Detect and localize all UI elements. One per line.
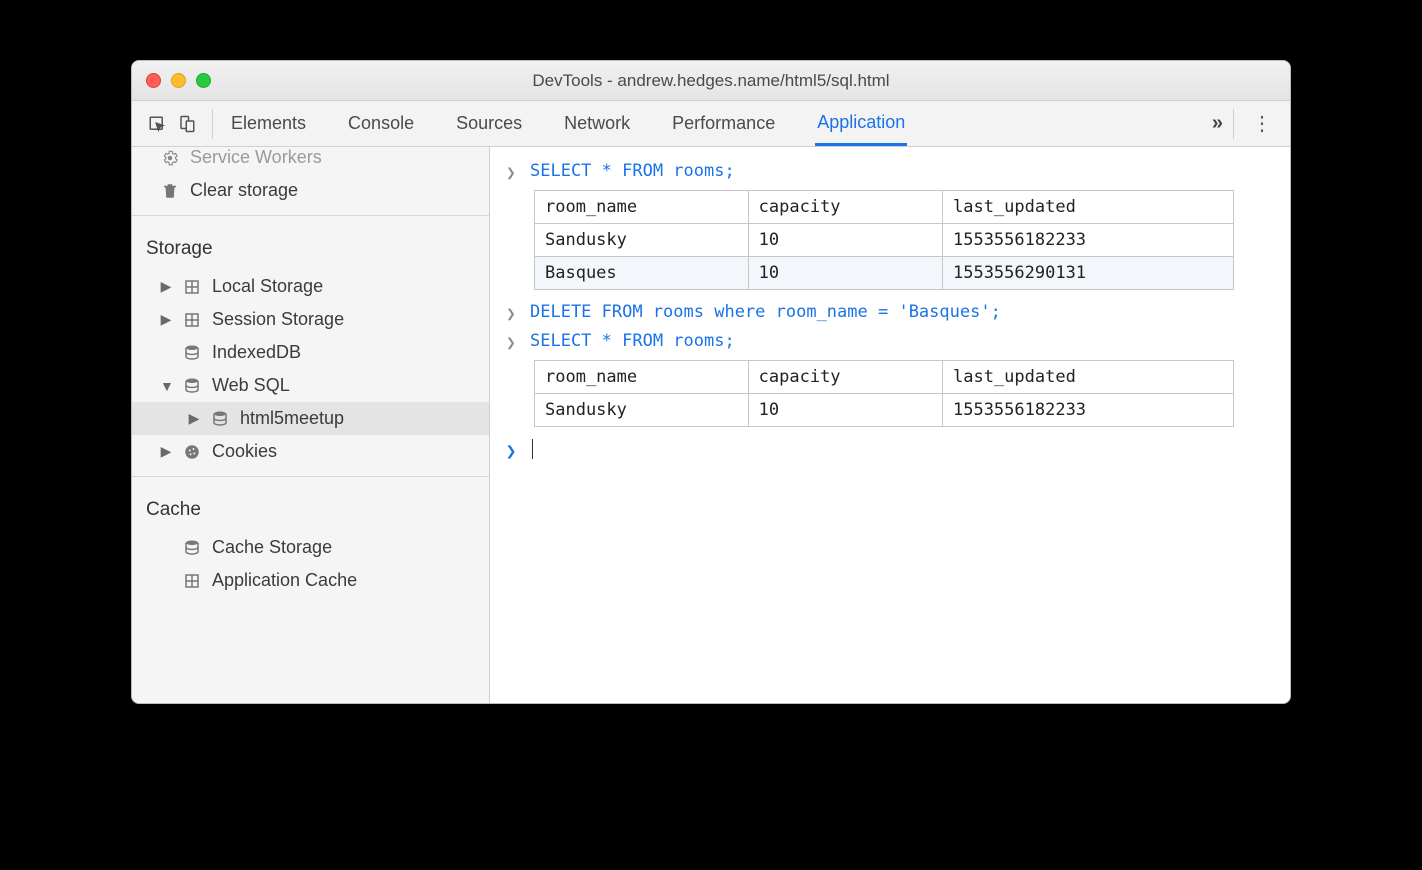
database-icon <box>182 376 202 396</box>
chevron-right-icon: ▶ <box>160 311 172 328</box>
table-header-row: room_name capacity last_updated <box>535 191 1234 224</box>
application-sidebar: Service Workers Clear storage Storage ▶ … <box>132 147 490 703</box>
table-cell: 10 <box>748 394 942 427</box>
sidebar-divider <box>132 476 489 477</box>
table-header: room_name <box>535 361 749 394</box>
sidebar-label: IndexedDB <box>212 342 301 363</box>
chevron-right-icon: ▶ <box>188 410 200 427</box>
table-cell: 1553556290131 <box>942 257 1233 290</box>
table-cell: Sandusky <box>535 224 749 257</box>
sql-console-input[interactable] <box>530 439 533 459</box>
sidebar-section-cache: Cache <box>132 485 489 531</box>
close-window-button[interactable] <box>146 73 161 88</box>
devtools-tabs: Elements Console Sources Network Perform… <box>223 102 1212 145</box>
table-cell: 10 <box>748 224 942 257</box>
chevron-right-icon: ▶ <box>160 443 172 460</box>
sidebar-label: html5meetup <box>240 408 344 429</box>
sidebar-item-clear-storage[interactable]: Clear storage <box>132 174 489 207</box>
sidebar-item-session-storage[interactable]: ▶ Session Storage <box>132 303 489 336</box>
cookie-icon <box>182 442 202 462</box>
prompt-output-icon: ❯ <box>504 163 518 182</box>
table-header: last_updated <box>942 191 1233 224</box>
storage-grid-icon <box>182 277 202 297</box>
tab-network[interactable]: Network <box>562 103 632 144</box>
sidebar-label: Application Cache <box>212 570 357 591</box>
more-tabs-icon[interactable]: » <box>1212 112 1223 135</box>
window-titlebar: DevTools - andrew.hedges.name/html5/sql.… <box>132 61 1290 101</box>
sql-query-row: ❯ SELECT * FROM rooms; <box>504 157 1276 186</box>
sidebar-item-service-workers[interactable]: Service Workers <box>132 147 489 174</box>
database-icon <box>210 409 230 429</box>
sql-result-table: room_name capacity last_updated Sandusky… <box>534 190 1234 290</box>
sidebar-item-local-storage[interactable]: ▶ Local Storage <box>132 270 489 303</box>
sidebar-item-indexeddb[interactable]: IndexedDB <box>132 336 489 369</box>
prompt-output-icon: ❯ <box>504 304 518 323</box>
sidebar-label: Cache Storage <box>212 537 332 558</box>
table-cell: 1553556182233 <box>942 224 1233 257</box>
tab-performance[interactable]: Performance <box>670 103 777 144</box>
table-row: Sandusky 10 1553556182233 <box>535 224 1234 257</box>
window-title: DevTools - andrew.hedges.name/html5/sql.… <box>132 71 1290 91</box>
table-cell: Basques <box>535 257 749 290</box>
tab-console[interactable]: Console <box>346 103 416 144</box>
trash-icon <box>160 181 180 201</box>
sidebar-label: Cookies <box>212 441 277 462</box>
settings-kebab-icon[interactable]: ⋮ <box>1244 111 1280 136</box>
chevron-down-icon: ▼ <box>160 378 172 394</box>
sidebar-label: Session Storage <box>212 309 344 330</box>
database-icon <box>182 538 202 558</box>
table-cell: 1553556182233 <box>942 394 1233 427</box>
table-header: capacity <box>748 191 942 224</box>
table-cell: 10 <box>748 257 942 290</box>
table-header: last_updated <box>942 361 1233 394</box>
main-content: Service Workers Clear storage Storage ▶ … <box>132 147 1290 703</box>
device-toggle-icon[interactable] <box>172 109 202 139</box>
window-controls <box>146 73 211 88</box>
gear-icon <box>160 148 180 168</box>
text-cursor <box>532 439 533 459</box>
devtools-window: DevTools - andrew.hedges.name/html5/sql.… <box>131 60 1291 704</box>
sidebar-item-application-cache[interactable]: Application Cache <box>132 564 489 597</box>
sidebar-divider <box>132 215 489 216</box>
tab-sources[interactable]: Sources <box>454 103 524 144</box>
inspect-element-icon[interactable] <box>142 109 172 139</box>
table-header-row: room_name capacity last_updated <box>535 361 1234 394</box>
storage-grid-icon <box>182 571 202 591</box>
sql-query-text: DELETE FROM rooms where room_name = 'Bas… <box>530 302 1001 322</box>
sidebar-label: Clear storage <box>190 180 298 201</box>
sql-console-panel: ❯ SELECT * FROM rooms; room_name capacit… <box>490 147 1290 703</box>
table-cell: Sandusky <box>535 394 749 427</box>
toolbar-separator <box>1233 109 1234 139</box>
tab-application[interactable]: Application <box>815 102 907 146</box>
table-row: Sandusky 10 1553556182233 <box>535 394 1234 427</box>
sidebar-item-cookies[interactable]: ▶ Cookies <box>132 435 489 468</box>
sql-input-row[interactable]: ❯ <box>504 435 1276 466</box>
table-header: capacity <box>748 361 942 394</box>
sql-query-row: ❯ SELECT * FROM rooms; <box>504 327 1276 356</box>
sidebar-item-cache-storage[interactable]: Cache Storage <box>132 531 489 564</box>
sql-query-text: SELECT * FROM rooms; <box>530 331 735 351</box>
sql-query-text: SELECT * FROM rooms; <box>530 161 735 181</box>
sidebar-item-web-sql-database[interactable]: ▶ html5meetup <box>132 402 489 435</box>
sidebar-label: Service Workers <box>190 147 322 168</box>
sidebar-label: Web SQL <box>212 375 290 396</box>
sidebar-section-storage: Storage <box>132 224 489 270</box>
devtools-tabbar: Elements Console Sources Network Perform… <box>132 101 1290 147</box>
sql-query-row: ❯ DELETE FROM rooms where room_name = 'B… <box>504 298 1276 327</box>
tab-elements[interactable]: Elements <box>229 103 308 144</box>
maximize-window-button[interactable] <box>196 73 211 88</box>
sql-result-table: room_name capacity last_updated Sandusky… <box>534 360 1234 427</box>
table-row: Basques 10 1553556290131 <box>535 257 1234 290</box>
chevron-right-icon: ▶ <box>160 278 172 295</box>
prompt-input-icon: ❯ <box>504 441 518 462</box>
sidebar-label: Local Storage <box>212 276 323 297</box>
storage-grid-icon <box>182 310 202 330</box>
prompt-output-icon: ❯ <box>504 333 518 352</box>
toolbar-separator <box>212 109 213 139</box>
sidebar-item-web-sql[interactable]: ▼ Web SQL <box>132 369 489 402</box>
database-icon <box>182 343 202 363</box>
table-header: room_name <box>535 191 749 224</box>
minimize-window-button[interactable] <box>171 73 186 88</box>
